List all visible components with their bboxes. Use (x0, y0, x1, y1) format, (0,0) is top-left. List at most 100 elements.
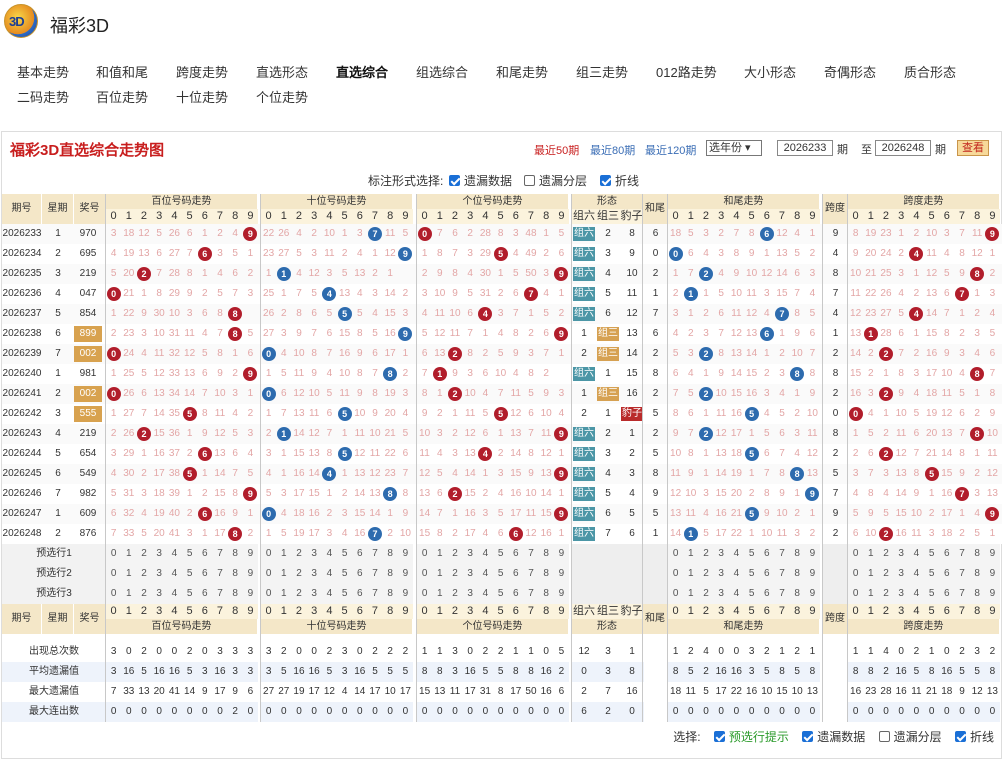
preselect-digit[interactable]: 4 (321, 584, 337, 604)
preselect-digit[interactable]: 6 (508, 564, 524, 584)
nav-item[interactable]: 百位走势 (96, 87, 148, 106)
preselect-digit[interactable]: 2 (136, 544, 152, 564)
preselect-digit[interactable]: 1 (276, 564, 292, 584)
preselect-digit[interactable]: 2 (291, 564, 307, 584)
preselect-digit[interactable]: 6 (352, 564, 368, 584)
nav-item[interactable]: 基本走势 (17, 62, 69, 81)
preselect-digit[interactable]: 9 (553, 564, 569, 584)
preselect-digit[interactable]: 6 (352, 584, 368, 604)
preselect-digit[interactable]: 3 (893, 564, 909, 584)
start-issue-input[interactable]: 2026233 (777, 140, 833, 156)
preselect-digit[interactable]: 1 (276, 544, 292, 564)
layer-checkbox[interactable] (524, 175, 535, 186)
preselect-digit[interactable]: 4 (908, 584, 924, 604)
preselect-digit[interactable]: 7 (774, 584, 790, 604)
preselect-digit[interactable]: 3 (306, 584, 322, 604)
nav-item[interactable]: 和尾走势 (496, 62, 548, 81)
preselect-digit[interactable]: 2 (698, 564, 714, 584)
preselect-digit[interactable]: 2 (698, 544, 714, 564)
preselect-digit[interactable]: 7 (367, 564, 383, 584)
preselect-digit[interactable]: 7 (774, 564, 790, 584)
preselect-digit[interactable]: 8 (227, 544, 243, 564)
preselect-digit[interactable]: 7 (212, 584, 228, 604)
preselect-digit[interactable]: 4 (728, 564, 744, 584)
nav-item[interactable]: 个位走势 (256, 87, 308, 106)
preselect-digit[interactable]: 9 (804, 544, 820, 564)
preselect-digit[interactable]: 0 (668, 544, 684, 564)
nav-item[interactable]: 十位走势 (176, 87, 228, 106)
preselect-digit[interactable]: 7 (774, 544, 790, 564)
preselect-digit[interactable]: 2 (447, 564, 463, 584)
nav-item[interactable]: 直选形态 (256, 62, 308, 81)
preselect-digit[interactable]: 9 (984, 544, 1000, 564)
preselect-digit[interactable]: 1 (863, 564, 879, 584)
fucai-3d-logo-icon[interactable]: 3D (4, 4, 38, 38)
preselect-digit[interactable]: 6 (939, 564, 955, 584)
preselect-digit[interactable]: 0 (848, 544, 864, 564)
preselect-digit[interactable]: 3 (306, 564, 322, 584)
nav-item[interactable]: 012路走势 (656, 62, 717, 81)
preselect-digit[interactable]: 8 (227, 584, 243, 604)
preselect-digit[interactable]: 1 (683, 584, 699, 604)
preselect-digit[interactable]: 2 (136, 564, 152, 584)
preselect-digit[interactable]: 9 (553, 584, 569, 604)
preselect-digit[interactable]: 3 (462, 544, 478, 564)
preselect-digit[interactable]: 9 (984, 564, 1000, 584)
preselect-digit[interactable]: 9 (804, 584, 820, 604)
preselect-digit[interactable]: 3 (151, 564, 167, 584)
preselect-digit[interactable]: 3 (306, 544, 322, 564)
preselect-digit[interactable]: 3 (893, 584, 909, 604)
preselect-digit[interactable]: 6 (197, 584, 213, 604)
preselect-digit[interactable]: 2 (447, 584, 463, 604)
preselect-digit[interactable]: 9 (397, 564, 413, 584)
preselect-digit[interactable]: 2 (136, 584, 152, 604)
preselect-digit[interactable]: 1 (121, 584, 137, 604)
nav-item[interactable]: 质合形态 (904, 62, 956, 81)
preselect-digit[interactable]: 0 (261, 564, 277, 584)
preselect-digit[interactable]: 9 (553, 544, 569, 564)
preselect-digit[interactable]: 7 (523, 564, 539, 584)
recent-80-link[interactable]: 最近80期 (590, 142, 635, 158)
preselect-digit[interactable]: 6 (197, 564, 213, 584)
preselect-digit[interactable]: 3 (713, 584, 729, 604)
nav-item[interactable]: 和值和尾 (96, 62, 148, 81)
nav-item[interactable]: 直选综合 (336, 62, 388, 81)
nav-item[interactable]: 二码走势 (17, 87, 69, 106)
preselect-digit[interactable]: 5 (493, 584, 509, 604)
preselect-digit[interactable]: 1 (121, 564, 137, 584)
preselect-digit[interactable]: 8 (382, 584, 398, 604)
preselect-digit[interactable]: 6 (939, 584, 955, 604)
preselect-digit[interactable]: 1 (121, 544, 137, 564)
preselect-digit[interactable]: 6 (508, 584, 524, 604)
preselect-digit[interactable]: 8 (969, 584, 985, 604)
preselect-digit[interactable]: 5 (493, 564, 509, 584)
preselect-digit[interactable]: 0 (417, 564, 433, 584)
preselect-digit[interactable]: 3 (462, 584, 478, 604)
preselect-digit[interactable]: 8 (538, 564, 554, 584)
preselect-digit[interactable]: 5 (337, 544, 353, 564)
preselect-digit[interactable]: 4 (477, 544, 493, 564)
preselect-digit[interactable]: 5 (182, 544, 198, 564)
preselect-digit[interactable]: 4 (166, 564, 182, 584)
hint-checkbox[interactable] (713, 731, 725, 742)
preselect-digit[interactable]: 3 (713, 564, 729, 584)
preselect-digit[interactable]: 1 (432, 564, 448, 584)
preselect-digit[interactable]: 2 (878, 544, 894, 564)
preselect-digit[interactable]: 1 (683, 564, 699, 584)
preselect-digit[interactable]: 7 (367, 584, 383, 604)
preselect-digit[interactable]: 7 (212, 564, 228, 584)
preselect-digit[interactable]: 0 (106, 544, 122, 564)
preselect-digit[interactable]: 7 (954, 544, 970, 564)
preselect-digit[interactable]: 1 (276, 584, 292, 604)
preselect-digit[interactable]: 8 (789, 584, 805, 604)
preselect-digit[interactable]: 4 (728, 584, 744, 604)
preselect-digit[interactable]: 4 (321, 544, 337, 564)
nav-item[interactable]: 大小形态 (744, 62, 796, 81)
preselect-digit[interactable]: 7 (523, 584, 539, 604)
preselect-digit[interactable]: 4 (166, 584, 182, 604)
miss-option[interactable]: 遗漏数据 (439, 172, 512, 189)
preselect-digit[interactable]: 1 (863, 584, 879, 604)
preselect-digit[interactable]: 4 (908, 564, 924, 584)
preselect-digit[interactable]: 0 (417, 584, 433, 604)
preselect-digit[interactable]: 3 (151, 584, 167, 604)
